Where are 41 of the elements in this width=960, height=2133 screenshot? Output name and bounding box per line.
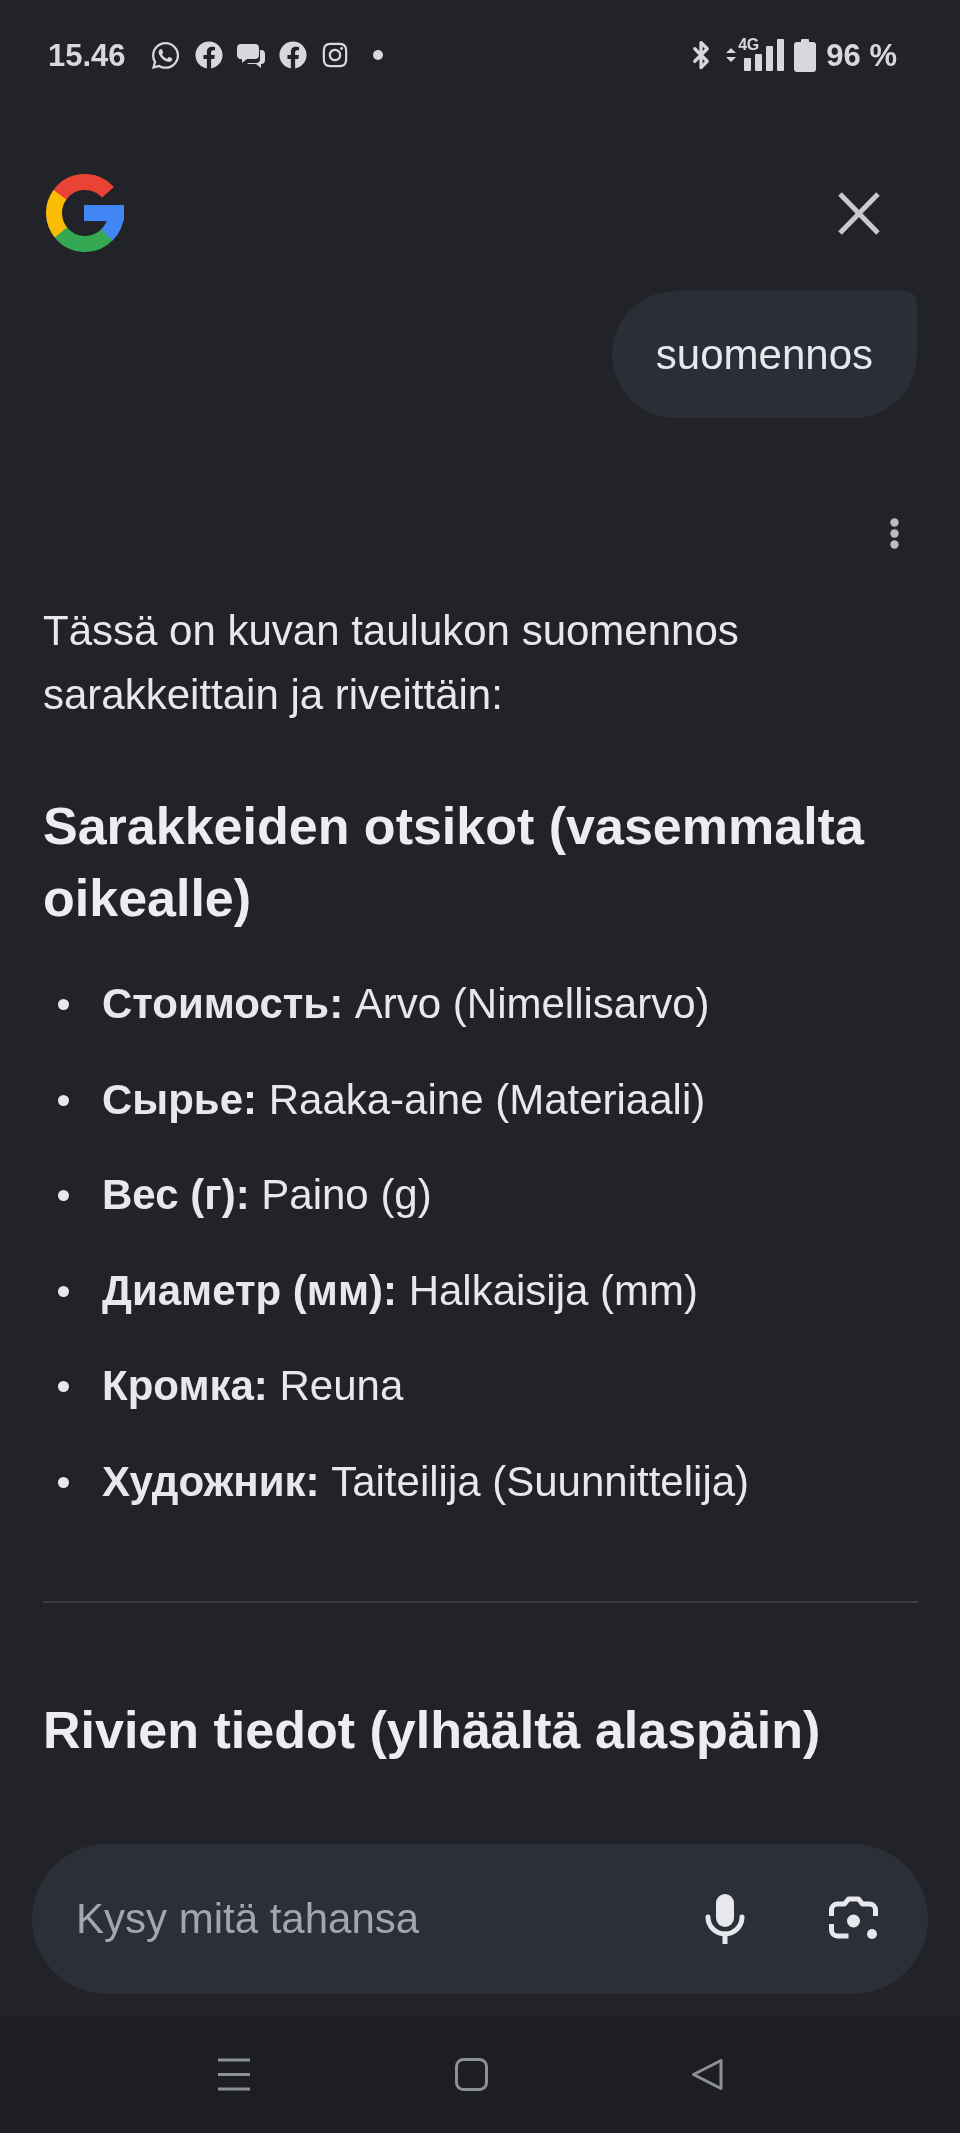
chat-bubbles-icon xyxy=(236,42,265,68)
camera-outline-icon xyxy=(320,41,349,69)
bullet-text: Диаметр (мм): Halkaisija (mm) xyxy=(102,1265,698,1316)
prompt-bar[interactable]: Kysy mitä tahansa xyxy=(32,1844,928,1994)
bullet-icon xyxy=(58,1476,69,1488)
bullet-icon xyxy=(58,1285,69,1297)
g-logo-icon xyxy=(46,174,124,252)
close-button[interactable] xyxy=(838,191,880,235)
bullet-icon xyxy=(58,1190,69,1201)
bullet-text: Художник: Taiteilija (Suunnittelija) xyxy=(102,1456,750,1507)
section-heading: Rivien tiedot (ylhäältä alaspäin) xyxy=(43,1699,822,1761)
bullet-text: Вес (г): Paino (g) xyxy=(102,1170,432,1220)
camera-scan-icon xyxy=(828,1896,879,1942)
bullet-icon xyxy=(58,999,69,1010)
bullet-text: Стоимость: Arvo (Nimellisarvo) xyxy=(102,979,710,1029)
status-time: 15.46 xyxy=(48,39,126,71)
mic-icon xyxy=(705,1894,745,1944)
network-type-label: 4G xyxy=(738,38,759,52)
recent-apps-button[interactable] xyxy=(217,2058,251,2091)
home-button[interactable] xyxy=(454,2058,488,2091)
more-vertical-icon xyxy=(889,518,899,549)
prompt-input-field[interactable]: Kysy mitä tahansa xyxy=(76,1887,685,1951)
bullet-icon xyxy=(58,1381,69,1392)
bullet-text: Кромка: Reuna xyxy=(102,1361,404,1411)
three-lines-icon xyxy=(217,2058,251,2091)
user-message: suomennos xyxy=(611,291,917,418)
battery-percentage: 96 % xyxy=(826,39,897,71)
camera-search-button[interactable] xyxy=(828,1896,879,1942)
back-button[interactable] xyxy=(691,2058,723,2091)
section-heading: Sarakkeiden otsikot (vasemmalta oikealle) xyxy=(43,796,866,929)
phone-chat-icon xyxy=(149,39,181,71)
dot-icon xyxy=(372,50,383,60)
back-triangle-icon xyxy=(691,2058,723,2091)
mic-button[interactable] xyxy=(705,1894,745,1944)
battery-icon xyxy=(794,38,817,72)
close-icon xyxy=(838,191,880,235)
bullet-text: Сырье: Raaka-aine (Materiaali) xyxy=(102,1074,706,1125)
bullet-icon xyxy=(58,1094,69,1106)
response-paragraph: Tässä on kuvan taulukon suomennos sarakkeittain ja riveittäin: xyxy=(43,606,740,720)
up-down-arrows-icon xyxy=(726,48,737,62)
square-icon xyxy=(454,2058,488,2091)
